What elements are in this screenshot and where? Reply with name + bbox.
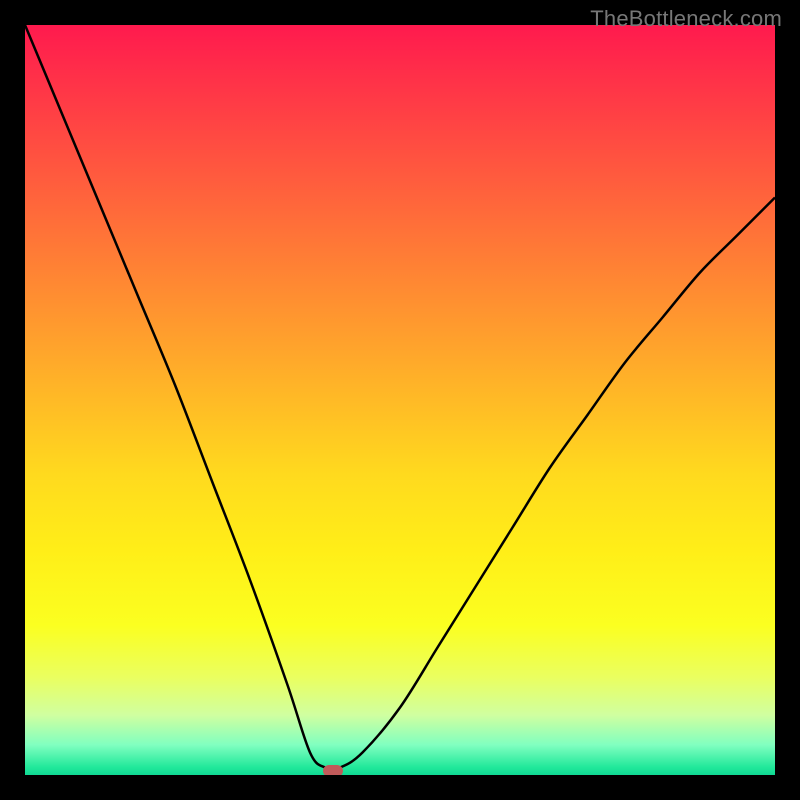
curve-svg <box>25 25 775 775</box>
bottleneck-curve <box>25 25 775 769</box>
chart-frame: TheBottleneck.com <box>0 0 800 800</box>
plot-area <box>25 25 775 775</box>
watermark-text: TheBottleneck.com <box>590 6 782 32</box>
optimum-marker <box>323 765 343 775</box>
